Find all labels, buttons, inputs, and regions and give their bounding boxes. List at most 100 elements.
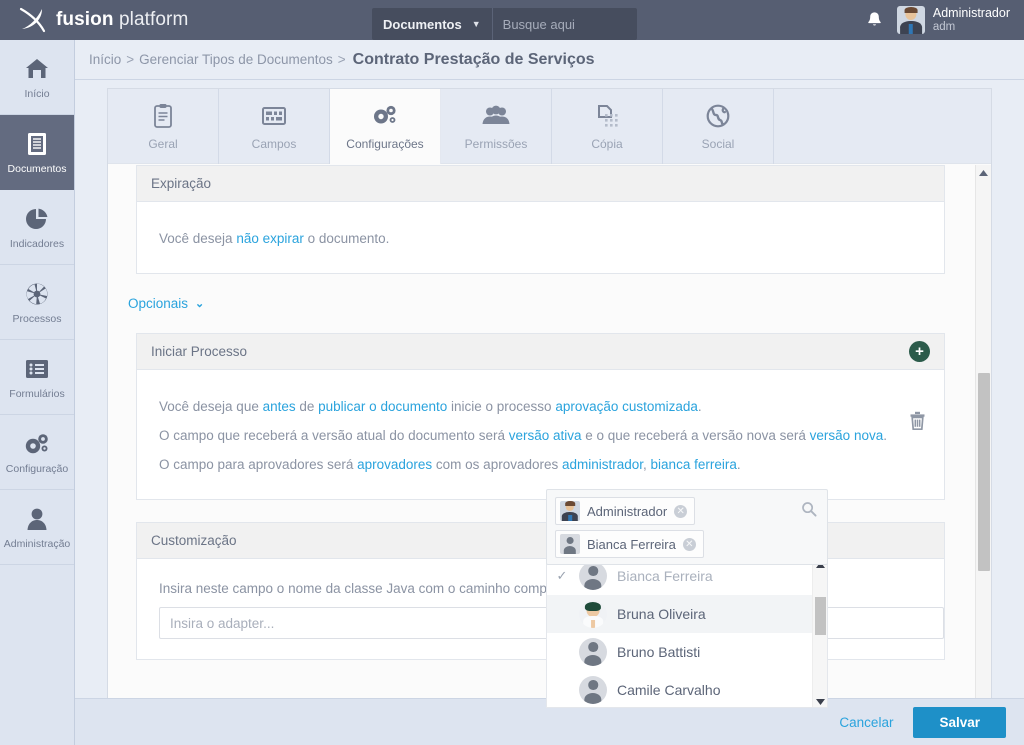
list-item[interactable]: Bruno Battisti <box>547 633 813 671</box>
plus-circle-icon[interactable]: + <box>909 341 930 362</box>
expiracao-statement: Você deseja não expirar o documento. <box>159 224 922 253</box>
brand-name-bold: fusion <box>56 9 114 30</box>
remove-icon[interactable]: ✕ <box>682 537 696 551</box>
triangle-down-icon <box>816 698 825 705</box>
application-window: fusion platform Documentos ▼ Busque aqui… <box>0 0 1024 745</box>
tab-label: Permissões <box>464 137 528 151</box>
token-bianca-ferreira[interactable]: Bianca Ferreira ✕ <box>555 530 704 558</box>
expiracao-rule-link[interactable]: não expirar <box>236 231 304 246</box>
avatar <box>579 600 607 628</box>
approver-token-box[interactable]: Administrador ✕ Bianca Ferreira ✕ <box>546 489 828 565</box>
avatar <box>579 676 607 704</box>
avatar <box>560 501 580 521</box>
text-fragment: O campo para aprovadores será <box>159 457 358 472</box>
search-icon[interactable] <box>801 501 817 517</box>
processo-line-1: Você deseja que antes de publicar o docu… <box>159 392 922 421</box>
card-expiracao-header: Expiração <box>137 166 944 202</box>
text-fragment: e o que receberá a versão nova será <box>581 428 810 443</box>
trash-icon[interactable] <box>909 411 926 430</box>
approver-token-list: Administrador ✕ Bianca Ferreira ✕ <box>555 497 801 558</box>
link-versao-nova[interactable]: versão nova <box>810 428 884 443</box>
card-expiracao-body: Você deseja não expirar o documento. <box>137 202 944 273</box>
link-antes[interactable]: antes <box>263 399 296 414</box>
global-search: Documentos ▼ <box>372 8 637 40</box>
check-icon: ✓ <box>556 568 568 583</box>
sidebar-item-administracao[interactable]: Administração <box>0 490 74 565</box>
tab-social[interactable]: Social <box>663 89 774 164</box>
globe-icon <box>703 102 733 130</box>
list-item[interactable]: Bruna Oliveira <box>547 595 813 633</box>
user-login-name: adm <box>932 20 956 33</box>
remove-icon[interactable]: ✕ <box>674 504 688 518</box>
autocomplete-scrollbar[interactable] <box>812 557 827 707</box>
tab-geral[interactable]: Geral <box>108 89 219 164</box>
user-name-block: Administrador adm <box>933 6 1010 34</box>
link-aprovadores-campo[interactable]: aprovadores <box>357 457 432 472</box>
sidebar-item-label: Início <box>24 87 50 100</box>
opcionais-toggle[interactable]: Opcionais ⌄ <box>128 296 204 311</box>
copy-icon <box>592 102 622 130</box>
search-scope-selector[interactable]: Documentos ▼ <box>372 8 493 40</box>
grid-fields-icon <box>259 102 289 130</box>
text-fragment: . <box>697 399 702 414</box>
sidebar-item-label: Processos <box>12 312 62 325</box>
scroll-down-button[interactable] <box>813 694 827 707</box>
card-customizacao-title: Customização <box>151 533 237 548</box>
scroll-up-button[interactable] <box>976 165 991 181</box>
approver-autocomplete-popup: ✓ Bianca Ferreira Bruna Oliveira Bruno B… <box>546 556 828 708</box>
tab-label: Campos <box>251 137 297 151</box>
link-aprovador-administrador[interactable]: administrador <box>562 457 643 472</box>
card-expiracao: Expiração Você deseja não expirar o docu… <box>136 165 945 274</box>
link-aprovacao-customizada[interactable]: aprovação customizada <box>555 399 698 414</box>
user-menu[interactable]: Administrador adm <box>896 6 1010 34</box>
token-administrador[interactable]: Administrador ✕ <box>555 497 696 525</box>
cancel-button[interactable]: Cancelar <box>839 715 893 730</box>
tab-campos[interactable]: Campos <box>219 89 330 164</box>
card-iniciar-processo-title: Iniciar Processo <box>151 344 248 359</box>
breadcrumb-separator: > <box>337 52 346 67</box>
text-fragment: o documento. <box>303 231 390 246</box>
link-aprovador-bianca-ferreira[interactable]: bianca ferreira <box>651 457 737 472</box>
link-versao-ativa[interactable]: versão ativa <box>509 428 582 443</box>
sidebar-item-formularios[interactable]: Formulários <box>0 340 74 415</box>
triangle-up-icon <box>979 170 988 176</box>
text-fragment: com os aprovadores <box>432 457 562 472</box>
search-scope-label: Documentos <box>383 16 462 32</box>
scrollbar-thumb[interactable] <box>978 373 990 571</box>
home-icon <box>22 55 52 83</box>
save-button[interactable]: Salvar <box>913 706 1006 738</box>
tab-configuracoes[interactable]: Configurações <box>330 89 441 164</box>
avatar <box>560 534 580 554</box>
breadcrumb-parent[interactable]: Gerenciar Tipos de Documentos <box>139 52 333 67</box>
card-iniciar-processo-header: Iniciar Processo + <box>137 334 944 370</box>
main-sidebar: Início Documentos Indicadores Processos … <box>0 40 75 745</box>
breadcrumb: Início > Gerenciar Tipos de Documentos >… <box>75 40 1024 80</box>
text-fragment: Você deseja que <box>159 399 263 414</box>
card-iniciar-processo: Iniciar Processo + Você deseja que antes… <box>136 333 945 500</box>
processo-line-3: O campo para aprovadores será aprovadore… <box>159 450 922 479</box>
chevron-down-icon: ▼ <box>471 19 481 29</box>
list-item[interactable]: Camile Carvalho <box>547 671 813 707</box>
sidebar-item-indicadores[interactable]: Indicadores <box>0 190 74 265</box>
panel-scrollbar[interactable] <box>975 165 991 732</box>
sidebar-item-configuracao[interactable]: Configuração <box>0 415 74 490</box>
list-item-label: Bruno Battisti <box>617 644 701 660</box>
list-item-label: Bianca Ferreira <box>617 568 713 584</box>
link-publicar-documento[interactable]: publicar o documento <box>318 399 447 414</box>
breadcrumb-root[interactable]: Início <box>89 52 121 67</box>
search-input[interactable] <box>502 16 637 32</box>
tab-label: Configurações <box>346 137 424 151</box>
sidebar-item-processos[interactable]: Processos <box>0 265 74 340</box>
tab-copia[interactable]: Cópia <box>552 89 663 164</box>
text-fragment: . <box>736 457 741 472</box>
pie-chart-icon <box>22 205 52 233</box>
person-icon <box>22 505 52 533</box>
tab-permissoes[interactable]: Permissões <box>441 89 552 164</box>
brand-name: fusion platform <box>56 9 188 31</box>
bell-icon[interactable] <box>866 11 883 29</box>
list-item-label: Camile Carvalho <box>617 682 721 698</box>
scrollbar-thumb[interactable] <box>815 597 826 635</box>
sidebar-item-inicio[interactable]: Início <box>0 40 74 115</box>
brand-logo-area[interactable]: fusion platform <box>18 7 188 33</box>
sidebar-item-documentos[interactable]: Documentos <box>0 115 74 190</box>
